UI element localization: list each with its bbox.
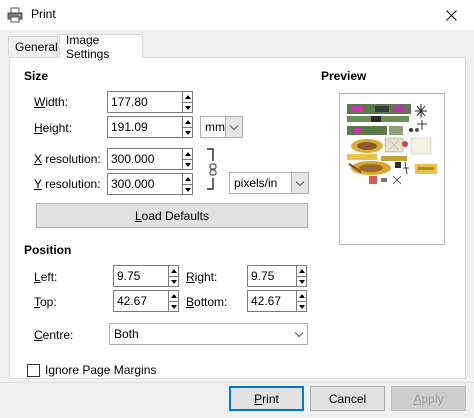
tab-general[interactable]: General [8, 36, 58, 57]
y-resolution-down-icon[interactable] [183, 184, 192, 194]
y-resolution-spinner[interactable] [182, 173, 193, 195]
bottom-label: Bottom: [186, 295, 228, 309]
height-input[interactable]: 191.09 [107, 116, 183, 138]
resolution-unit-select[interactable]: pixels/in [229, 172, 309, 194]
top-up-icon[interactable] [169, 291, 178, 301]
bottom-input[interactable]: 42.67 [247, 290, 297, 312]
printer-icon [7, 7, 23, 23]
left-up-icon[interactable] [169, 266, 178, 276]
close-icon [445, 9, 457, 21]
close-button[interactable] [428, 0, 474, 30]
x-resolution-up-icon[interactable] [183, 149, 192, 159]
left-input[interactable]: 9.75 [113, 265, 169, 287]
x-resolution-input[interactable]: 300.000 [107, 148, 183, 170]
height-up-icon[interactable] [183, 117, 192, 127]
centre-select[interactable]: Both [109, 323, 308, 345]
size-heading: Size [24, 69, 49, 83]
window-title: Print [31, 7, 56, 21]
chevron-down-icon[interactable] [290, 324, 307, 344]
top-down-icon[interactable] [169, 301, 178, 311]
position-heading: Position [24, 243, 72, 257]
x-resolution-down-icon[interactable] [183, 159, 192, 169]
print-preview [339, 93, 445, 245]
bottom-down-icon[interactable] [297, 301, 306, 311]
chain-link-icon[interactable] [205, 147, 219, 191]
width-label: Width: [34, 95, 69, 109]
size-unit-value: mm [205, 120, 225, 134]
top-spinner[interactable] [168, 290, 179, 312]
left-down-icon[interactable] [169, 276, 178, 286]
chevron-down-icon[interactable] [291, 173, 308, 193]
width-up-icon[interactable] [183, 92, 192, 102]
footer-separator [0, 382, 474, 383]
x-resolution-spinner[interactable] [182, 148, 193, 170]
top-input[interactable]: 42.67 [113, 290, 169, 312]
ignore-page-margins-label[interactable]: Ignore Page Margins [45, 363, 156, 377]
left-spinner[interactable] [168, 265, 179, 287]
height-down-icon[interactable] [183, 127, 192, 137]
width-spinner[interactable] [182, 91, 193, 113]
resolution-unit-value: pixels/in [234, 176, 278, 190]
chevron-down-icon[interactable] [225, 117, 242, 137]
right-label: Right: [186, 270, 218, 284]
bottom-up-icon[interactable] [297, 291, 306, 301]
right-up-icon[interactable] [297, 266, 306, 276]
right-input[interactable]: 9.75 [247, 265, 297, 287]
tab-image-settings[interactable]: Image Settings [59, 33, 143, 61]
centre-value: Both [114, 327, 139, 341]
x-resolution-label: X resolution: [34, 152, 101, 166]
right-down-icon[interactable] [297, 276, 306, 286]
right-spinner[interactable] [296, 265, 307, 287]
left-label: Left: [34, 270, 58, 284]
apply-button: Apply [391, 386, 466, 411]
load-defaults-button[interactable]: Load Defaults [36, 203, 308, 228]
cancel-button[interactable]: Cancel [310, 386, 385, 411]
centre-label: Centre: [34, 328, 74, 342]
preview-heading: Preview [321, 69, 367, 83]
width-down-icon[interactable] [183, 102, 192, 112]
top-label: Top: [34, 295, 57, 309]
y-resolution-up-icon[interactable] [183, 174, 192, 184]
preview-image [347, 104, 437, 185]
y-resolution-label: Y resolution: [34, 177, 101, 191]
y-resolution-input[interactable]: 300.000 [107, 173, 183, 195]
height-label: Height: [34, 121, 73, 135]
size-unit-select[interactable]: mm [200, 116, 243, 138]
bottom-spinner[interactable] [296, 290, 307, 312]
height-spinner[interactable] [182, 116, 193, 138]
image-settings-panel: Size Width: 177.80 Height: 191.09 mm X r… [9, 57, 466, 379]
width-input[interactable]: 177.80 [107, 91, 183, 113]
title-bar: Print [0, 0, 474, 30]
ignore-page-margins-checkbox[interactable] [27, 364, 40, 377]
print-button[interactable]: Print [229, 386, 304, 411]
